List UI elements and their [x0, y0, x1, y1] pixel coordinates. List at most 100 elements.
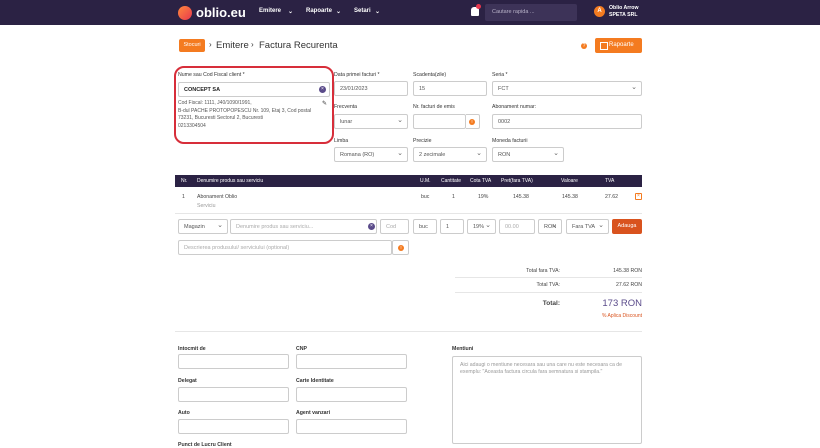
precizie-label: Precizie [413, 138, 432, 144]
col-pret: Pret(fara TVA) [501, 178, 533, 184]
precizie-select[interactable]: 2 zecimale [413, 147, 487, 162]
delegat-label: Delegat [178, 378, 197, 384]
logo-text: oblio.eu [196, 5, 246, 20]
clear-icon[interactable]: × [319, 86, 326, 93]
row-cantitate: 1 [452, 194, 455, 200]
nr-facturi-label: Nr. facturi de emis [413, 104, 455, 110]
cota-select[interactable]: 19% [467, 219, 496, 234]
row-valoare: 145.38 [562, 194, 578, 200]
row-cota: 19% [478, 194, 489, 200]
scadenta-label: Scadenta(zile) [413, 72, 447, 78]
total-tva-value: 27.62 RON [616, 282, 642, 288]
stocuri-button[interactable]: Stocuri [179, 39, 205, 52]
delete-icon[interactable]: × [635, 193, 642, 200]
totals-divider [455, 292, 642, 293]
user-name: Oblio Arrow [609, 5, 639, 11]
row-name: Abonament Oblio [197, 194, 238, 200]
user-menu[interactable]: Oblio Arrow SPETA SRL [609, 5, 639, 19]
abonament-input[interactable]: 0002 [492, 114, 642, 129]
um-input[interactable]: buc [413, 219, 437, 234]
agent-label: Agent vanzari [296, 410, 331, 416]
gestiune-select[interactable]: Magazin [178, 219, 228, 234]
logo-mark-icon [178, 5, 192, 20]
total-fara-tva-label: Total fara TVA: [526, 268, 560, 274]
moneda-select[interactable]: RON [492, 147, 564, 162]
carte-label: Carte Identitate [296, 378, 334, 384]
breadcrumb-emitere[interactable]: Emitere [216, 40, 249, 51]
adauga-button[interactable]: Adauga [612, 219, 642, 234]
chevron-down-icon: ⌄ [375, 9, 381, 15]
mentiuni-textarea[interactable]: Aici adaugi o mentiune necesara sau una … [452, 356, 642, 444]
cantitate-input[interactable]: 1 [440, 219, 464, 234]
total-fara-tva-value: 145.38 RON [613, 268, 642, 274]
pencil-icon[interactable]: ✎ [322, 100, 327, 107]
col-valoare: Valoare [561, 178, 578, 184]
info-icon: ! [469, 119, 475, 125]
row-um: buc [421, 194, 430, 200]
total-tva-label: Total TVA: [536, 282, 560, 288]
cnp-label: CNP [296, 346, 307, 352]
address-line: Cod Fiscal: 1111, J40/1090/1991, [178, 100, 252, 106]
total-value: 173 RON [602, 298, 642, 309]
company-name: SPETA SRL [609, 12, 638, 18]
col-cantitate: Cantitate [441, 178, 462, 184]
mentiuni-label: Mentiuni [452, 346, 474, 352]
avatar[interactable]: A [594, 6, 605, 17]
data-primei-input[interactable]: 23/01/2023 [334, 81, 408, 96]
abonament-label: Abonament numar: [492, 104, 537, 110]
client-address: Cod Fiscal: 1111, J40/1090/1991, B-dul P… [178, 100, 328, 130]
help-icon[interactable]: ? [581, 43, 587, 49]
client-label: Nume sau Cod Fiscal client * [178, 72, 245, 78]
nav-setari[interactable]: Setari [354, 8, 371, 14]
pret-input[interactable]: 00.00 [499, 219, 535, 234]
notification-badge [476, 4, 481, 9]
moneda-row-select[interactable]: RON [538, 219, 562, 234]
totals-divider [455, 277, 642, 278]
seria-select[interactable]: FCT [492, 81, 642, 96]
cnp-input[interactable] [296, 354, 407, 369]
carte-input[interactable] [296, 387, 407, 402]
row-nr: 1 [182, 194, 185, 200]
col-nr: Nr. [181, 178, 188, 184]
descriere-info[interactable]: ! [392, 240, 409, 255]
intocmit-label: Intocmit de [178, 346, 206, 352]
punct-label: Punct de Lucru Client [178, 442, 232, 448]
data-primei-label: Data primei facturi * [334, 72, 380, 78]
auto-input[interactable] [178, 419, 289, 434]
chevron-right-icon: › [209, 40, 212, 49]
descriere-input[interactable]: Descrierea produsului/ serviciului (opti… [178, 240, 392, 255]
address-line: 0213304504 [178, 122, 206, 129]
scadenta-input[interactable]: 15 [413, 81, 487, 96]
limba-select[interactable]: Romana (RO) [334, 147, 408, 162]
moneda-label: Moneda facturii [492, 138, 528, 144]
rapoarte-button[interactable]: Rapoarte [595, 38, 642, 53]
frecventa-select[interactable]: lunar [334, 114, 408, 129]
intocmit-input[interactable] [178, 354, 289, 369]
col-cota: Cota TVA [470, 178, 492, 184]
tva-select[interactable]: Fara TVA [566, 219, 609, 234]
address-line: B-dul PACHE PROTOPOPESCU Nr. 109, Etaj 3… [178, 107, 312, 114]
nr-facturi-input[interactable] [413, 114, 466, 129]
nav-rapoarte[interactable]: Rapoarte [306, 8, 332, 14]
oblio-logo[interactable]: oblio.eu [178, 5, 246, 20]
page-title: Factura Recurenta [259, 40, 338, 51]
chevron-down-icon: ⌄ [288, 9, 294, 15]
client-input[interactable]: CONCEPT SA [178, 82, 330, 97]
col-tva: TVA [605, 178, 615, 184]
clear-icon[interactable]: × [368, 223, 375, 230]
frecventa-label: Frecventa [334, 104, 358, 110]
row-tva: 27.62 [605, 194, 618, 200]
nav-emitere[interactable]: Emitere [259, 8, 281, 14]
nr-facturi-info[interactable]: ! [466, 114, 480, 129]
agent-input[interactable] [296, 419, 407, 434]
product-input[interactable]: Denumire produs sau serviciu... [230, 219, 377, 234]
limba-label: Limba [334, 138, 349, 144]
col-denumire: Denumire produs sau serviciu [197, 178, 264, 184]
delegat-input[interactable] [178, 387, 289, 402]
row-pret: 145.38 [513, 194, 529, 200]
top-navbar [0, 0, 820, 25]
chevron-right-icon: › [251, 40, 254, 49]
cod-input[interactable]: Cod [380, 219, 409, 234]
apply-discount-link[interactable]: % Aplica Discount [590, 313, 642, 319]
search-input[interactable]: Cautare rapida ... [485, 4, 577, 21]
